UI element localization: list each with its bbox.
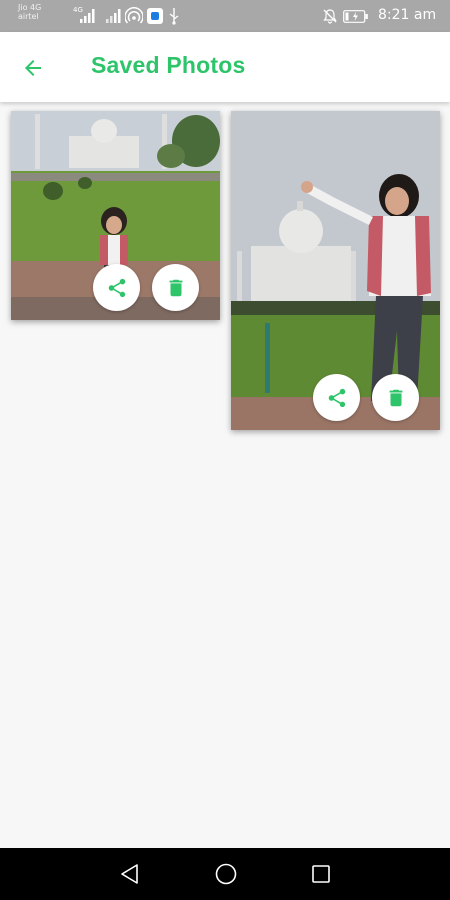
arrow-back-icon [25, 60, 41, 76]
page-title: Saved Photos [91, 52, 246, 78]
carrier-name-primary: Jio 4G [18, 3, 42, 12]
clock: 8:21 am [378, 7, 437, 23]
nav-home-icon[interactable] [214, 862, 238, 886]
delete-icon [389, 389, 402, 406]
usb-icon [169, 8, 179, 25]
signal-strength-secondary-icon [106, 9, 121, 23]
nav-recents-icon[interactable] [309, 862, 333, 886]
back-button[interactable] [18, 53, 48, 83]
share-icon [328, 388, 345, 407]
delete-icon [169, 279, 182, 296]
hotspot-icon [125, 7, 143, 24]
saved-photo-1[interactable] [11, 111, 220, 320]
carrier-info: Jio 4G airtel [18, 3, 41, 21]
share-button[interactable] [313, 374, 360, 421]
saved-photo-2[interactable] [231, 111, 440, 430]
signal-strength-icon [80, 9, 95, 23]
battery-icon [343, 10, 368, 23]
carrier-name-secondary: airtel [18, 12, 39, 21]
delete-button[interactable] [152, 264, 199, 311]
notifications-off-icon [323, 9, 337, 24]
navigation-bar [0, 848, 450, 900]
share-button[interactable] [93, 264, 140, 311]
status-bar: Jio 4G airtel 4G 8:21 am [0, 0, 450, 32]
share-icon [108, 278, 125, 297]
app-bar: Saved Photos [0, 32, 450, 102]
notification-app-icon [147, 8, 163, 24]
delete-button[interactable] [372, 374, 419, 421]
nav-back-icon[interactable] [118, 862, 142, 886]
